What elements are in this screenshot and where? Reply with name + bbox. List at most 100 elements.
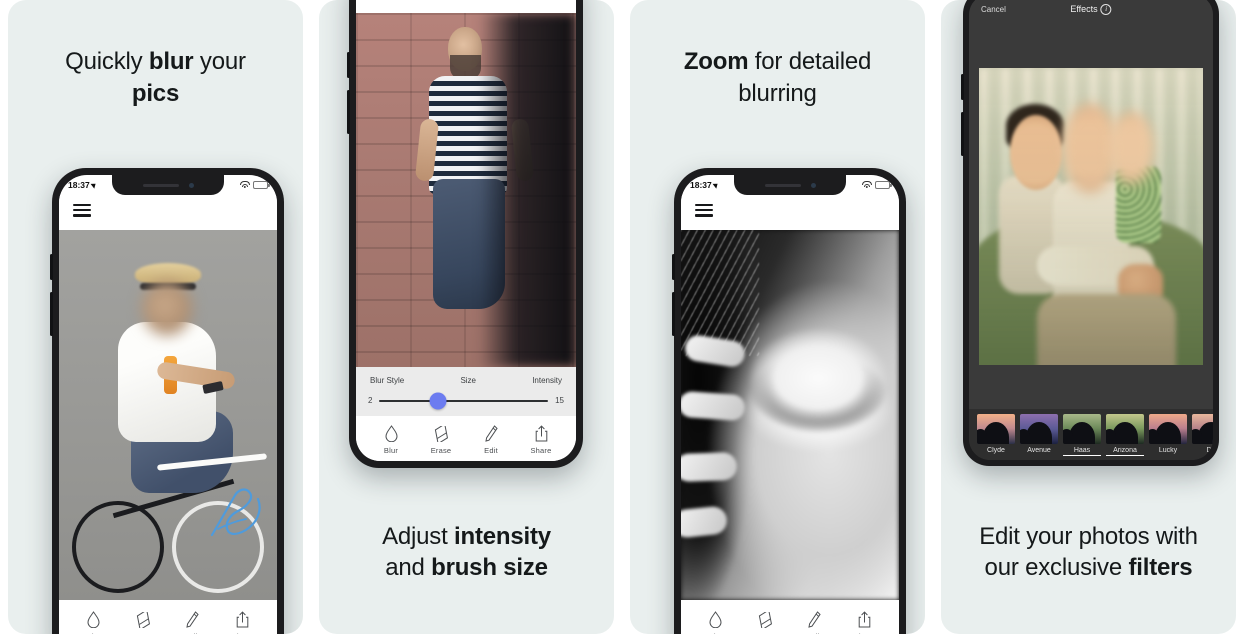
tool-share[interactable]: Share: [841, 611, 887, 634]
slider-thumb[interactable]: [429, 392, 447, 409]
tool-erase[interactable]: Erase: [742, 611, 788, 634]
tool-blur[interactable]: Blur: [71, 611, 117, 634]
eraser-icon: [756, 611, 775, 628]
filter-preview-thumb: [977, 414, 1015, 444]
photo-canvas-cyclist[interactable]: [59, 229, 277, 600]
hamburger-menu-icon[interactable]: [695, 204, 713, 217]
share-upload-icon: [535, 425, 548, 442]
warm-filter-overlay: [978, 67, 1204, 366]
panel-zoom: Zoom for detailed blurring 18:37: [630, 0, 925, 634]
filter-option[interactable]: Haas: [1063, 414, 1101, 456]
effects-title-group: Effects i: [1070, 3, 1112, 15]
silhouette-shape: [977, 422, 1009, 444]
editor-toolbar-3: Blur Erase Edit: [681, 600, 899, 634]
silhouette-shape: [1149, 422, 1181, 444]
tool-erase[interactable]: Erase: [120, 611, 166, 634]
status-bar-right: [862, 181, 892, 189]
app-bar-2: [356, 0, 576, 13]
headline-line-2: and brush size: [385, 554, 548, 582]
editor-toolbar-2: Blur Erase Edit Share: [356, 416, 576, 461]
location-arrow-icon: [712, 181, 720, 189]
status-bar-left: 18:37: [690, 180, 720, 190]
filter-label: Avenue: [1027, 447, 1051, 454]
silhouette-shape: [1106, 422, 1138, 444]
filter-preview-thumb: [1106, 414, 1144, 444]
photo-canvas-smile-closeup[interactable]: [681, 229, 899, 600]
effects-top-bar: Cancel Effects i: [969, 0, 1213, 24]
tool-blur[interactable]: Blur: [368, 425, 414, 455]
filter-label: Arizona: [1106, 447, 1144, 456]
status-bar-right: [240, 181, 270, 189]
slider-track[interactable]: [379, 392, 549, 409]
cancel-button[interactable]: Cancel: [981, 5, 1006, 14]
blur-settings-tabs: Blur Style Size Intensity: [368, 376, 564, 385]
filter-option[interactable]: Avenue: [1020, 414, 1058, 456]
slider-min-label: 2: [368, 396, 373, 405]
photo-canvas-brickwall[interactable]: [356, 12, 576, 367]
tool-label: Erase: [430, 446, 452, 455]
hand-fingers: [681, 333, 781, 563]
silhouette-shape: [1192, 422, 1213, 444]
status-bar-3: 18:37: [681, 175, 899, 195]
tool-edit[interactable]: Edit: [170, 611, 216, 634]
phone-screen-1: 18:37: [59, 175, 277, 634]
filter-preview-thumb: [1192, 414, 1213, 444]
status-time: 18:37: [690, 180, 712, 190]
app-bar-3: [681, 195, 899, 230]
panel-intensity-headline: Adjust intensity and brush size: [319, 521, 614, 584]
droplet-icon: [384, 425, 398, 442]
tab-blur-style[interactable]: Blur Style: [370, 376, 404, 385]
tab-size[interactable]: Size: [460, 376, 476, 385]
headline-emphasis-1: intensity: [454, 522, 551, 550]
filter-label: Clyde: [987, 447, 1005, 454]
filter-carousel[interactable]: Clyde Avenue Haas Arizona Lucky D: [969, 409, 1213, 460]
phone-screen-4: Cancel Effects i Clyde Avenue Haas Arizo…: [969, 0, 1213, 460]
tool-erase[interactable]: Erase: [418, 425, 464, 455]
droplet-icon: [87, 611, 100, 628]
wifi-icon: [240, 181, 250, 189]
filter-option[interactable]: Arizona: [1106, 414, 1144, 456]
panel-intensity: Adjust intensity and brush size Blur Sty…: [319, 0, 614, 634]
effects-title: Effects: [1070, 4, 1098, 14]
blur-settings-panel: Blur Style Size Intensity 2 15: [356, 367, 576, 416]
tool-share[interactable]: Share: [219, 611, 265, 634]
silhouette-shape: [1020, 422, 1052, 444]
tool-edit[interactable]: Edit: [468, 425, 514, 455]
panel-blur-headline: Quickly blur your pics: [8, 46, 303, 109]
brush-size-slider[interactable]: 2 15: [368, 392, 564, 409]
screenshot-gallery: Quickly blur your pics 18:37 Adjust inte…: [0, 0, 1249, 634]
eraser-icon: [432, 425, 451, 442]
share-upload-icon: [858, 611, 871, 628]
pencil-icon: [808, 611, 821, 628]
filter-option[interactable]: Lucky: [1149, 414, 1187, 456]
tab-intensity[interactable]: Intensity: [532, 376, 562, 385]
tool-label: Share: [530, 446, 552, 455]
headline-line-1: Adjust intensity: [382, 522, 551, 550]
eraser-icon: [134, 611, 153, 628]
hamburger-menu-icon[interactable]: [73, 204, 91, 217]
headline-line-1: Quickly blur your: [65, 48, 246, 75]
headline-line-2: our exclusive filters: [984, 554, 1193, 582]
filter-preview-thumb: [1149, 414, 1187, 444]
tool-edit[interactable]: Edit: [792, 611, 838, 634]
tool-blur[interactable]: Blur: [693, 611, 739, 634]
phone-screen-3: 18:37: [681, 175, 899, 634]
status-time: 18:37: [68, 180, 90, 190]
filter-option[interactable]: De: [1192, 414, 1213, 456]
share-upload-icon: [236, 611, 249, 628]
wifi-icon: [862, 181, 872, 189]
blurred-dark-region: [479, 12, 576, 367]
headline-emphasis: filters: [1128, 554, 1193, 582]
phone-mockup-1: 18:37: [50, 168, 284, 634]
phone-mockup-4: Cancel Effects i Clyde Avenue Haas Arizo…: [961, 0, 1219, 466]
filter-preview-thumb: [1063, 414, 1101, 444]
phone-mockup-2: Blur Style Size Intensity 2 15 Blur Eras…: [347, 0, 583, 468]
headline-line-2: pics: [131, 79, 180, 107]
filter-option[interactable]: Clyde: [977, 414, 1015, 456]
tool-share[interactable]: Share: [518, 425, 564, 455]
photo-canvas-family[interactable]: [969, 24, 1213, 409]
headline-line-2: blurring: [738, 79, 817, 107]
info-circle-icon[interactable]: i: [1100, 3, 1112, 15]
filter-preview-thumb: [1020, 414, 1058, 444]
editor-toolbar-1: Blur Erase Edit: [59, 600, 277, 634]
